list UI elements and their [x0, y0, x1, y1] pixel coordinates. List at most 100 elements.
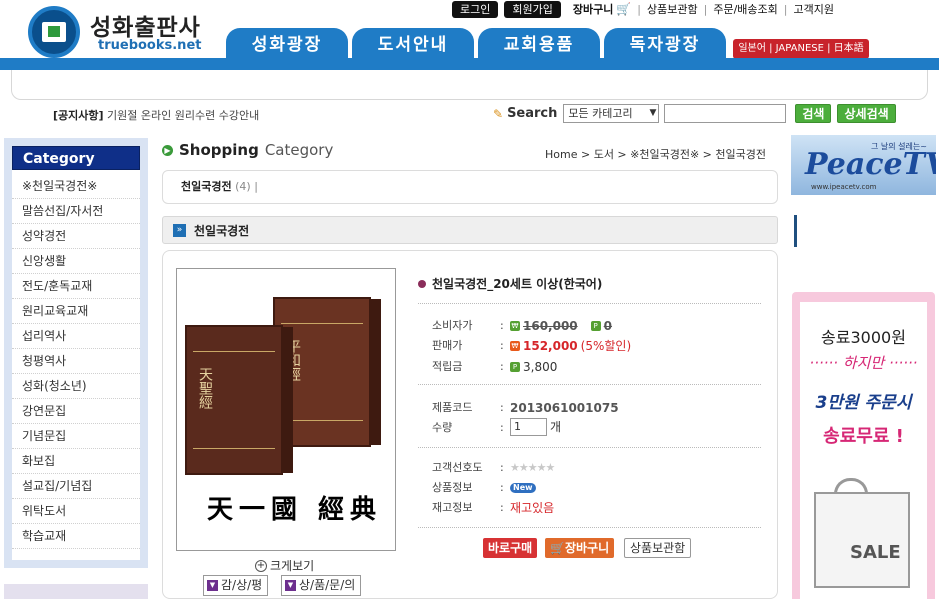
category-item[interactable]: 전도/훈독교재 [12, 274, 140, 299]
won-icon: ₩ [510, 341, 520, 351]
category-item[interactable]: 성화(청소년) [12, 374, 140, 399]
page-title: ▶ Shopping Category [162, 141, 333, 159]
wishlist-link[interactable]: 상품보관함 [647, 1, 698, 17]
consumer-point-value: 0 [603, 319, 613, 333]
cart-label: 장바구니 [572, 3, 614, 16]
category-select[interactable]: 모든 카테고리 ▼ [563, 104, 660, 123]
sub-nav-bar [11, 70, 928, 100]
nav-bar [0, 58, 939, 70]
double-arrow-icon: » [173, 223, 186, 237]
zoom-link[interactable]: + 크게보기 [255, 557, 314, 574]
category-item[interactable]: 위탁도서 [12, 499, 140, 524]
consumer-price: ₩ 160,000 P 0 [510, 318, 612, 334]
consumer-label: 소비자가 [432, 319, 473, 332]
sale-price-value: 152,000 [523, 339, 578, 353]
add-to-cart-button[interactable]: 🛒장바구니 [545, 538, 615, 558]
search-icon: ✎ [493, 106, 504, 121]
divider [418, 303, 761, 304]
category-item[interactable]: 기념문집 [12, 424, 140, 449]
buy-now-button[interactable]: 바로구매 [483, 538, 538, 558]
category-item[interactable]: 학습교재 [12, 524, 140, 549]
peacetv-banner[interactable]: 그 날의 설레는~ PeaceTV www.ipeacetv.com [791, 135, 936, 195]
search-button[interactable]: 검색 [795, 104, 832, 123]
point-row: P 3,800 [510, 359, 557, 375]
order-tracking-link[interactable]: 주문/배송조회 [713, 1, 777, 17]
category-item[interactable]: 청평역사 [12, 349, 140, 374]
tab-readers[interactable]: 독자광장 [604, 28, 726, 62]
review-button[interactable]: ▼ 감/상/평 [203, 575, 269, 596]
won-icon: ₩ [510, 321, 520, 331]
sale-label: SALE [850, 542, 901, 563]
category-item[interactable]: 원리교육교재 [12, 299, 140, 324]
divider [418, 447, 761, 448]
book-front: 天聖經 [185, 325, 293, 475]
category-item[interactable]: 성약경전 [12, 224, 140, 249]
wishlist-button[interactable]: 상품보관함 [624, 538, 692, 558]
info-row: New [510, 480, 536, 496]
detail-search-button[interactable]: 상세검색 [837, 104, 896, 123]
section-title: 천일국경전 [194, 223, 250, 238]
subcategory-link[interactable]: 천일국경전 [181, 180, 232, 193]
bullet-icon [418, 279, 426, 288]
category-list: ※천일국경전※ 말씀선집/자서전 성약경전 신앙생활 전도/훈독교재 원리교육교… [12, 170, 140, 549]
product-name-text: 천일국경전_20세트 이상(한국어) [432, 277, 603, 291]
promo-line-4: 송료무료 ! [823, 426, 904, 447]
search-input[interactable] [664, 104, 787, 123]
point-label: 적립금 [432, 360, 463, 373]
japanese-link[interactable]: 일본어 | JAPANESE | 日本語 [733, 39, 869, 59]
sale-discount: (5%할인) [580, 339, 632, 353]
shipping-promo-banner[interactable]: 송료3000원 ······ 하지만 ······ 3만원 주문시 송료무료 !… [792, 292, 935, 599]
category-item[interactable]: 섭리역사 [12, 324, 140, 349]
qna-button[interactable]: ▼ 상/품/문/의 [281, 575, 362, 596]
promo-line-1: 송료3000원 [821, 328, 906, 347]
join-button[interactable]: 회원가입 [504, 0, 561, 18]
chevron-down-icon: ▼ [285, 580, 296, 591]
stock-label: 재고정보 [432, 501, 473, 514]
product-name: 천일국경전_20세트 이상(한국어) [418, 275, 602, 292]
plus-icon: + [255, 559, 267, 572]
search-label: Search [507, 106, 558, 121]
section-bar: » 천일국경전 [162, 216, 778, 244]
logo-emblem [28, 6, 80, 58]
site-header: 성화출판사 truebooks.net 로그인 회원가입 장바구니 🛒 | 상품… [0, 0, 939, 132]
peacetv-logo: PeaceTV [805, 147, 936, 182]
rating-stars: ★★★★★ [510, 460, 555, 476]
chevron-down-icon: ▼ [649, 108, 657, 118]
cart-link[interactable]: 장바구니 🛒 [573, 1, 631, 17]
login-button[interactable]: 로그인 [452, 0, 499, 18]
divider [418, 527, 761, 528]
category-item[interactable]: ※천일국경전※ [12, 174, 140, 199]
support-link[interactable]: 고객지원 [794, 1, 834, 17]
category-item[interactable]: 설교집/기념집 [12, 474, 140, 499]
subcategory-count: (4) [235, 180, 251, 193]
breadcrumb[interactable]: Home > 도서 > ※천일국경전※ > 천일국경전 [545, 146, 766, 162]
point-value: 3,800 [523, 360, 558, 374]
arrow-right-icon: ▶ [162, 144, 173, 156]
sidebar-box-2 [4, 584, 148, 599]
peacetv-url: www.ipeacetv.com [811, 183, 877, 191]
code-label: 제품코드 [432, 401, 473, 414]
qty-label: 수량 [432, 421, 453, 434]
point-icon: P [510, 362, 520, 372]
category-item[interactable]: 말씀선집/자서전 [12, 199, 140, 224]
sale-price: ₩ 152,000 (5%할인) [510, 338, 631, 354]
site-logo[interactable]: 성화출판사 truebooks.net [28, 6, 218, 58]
category-item[interactable]: 강연문집 [12, 399, 140, 424]
category-item[interactable]: 화보집 [12, 449, 140, 474]
qty-row: 1 개 [510, 418, 561, 436]
quantity-input[interactable]: 1 [510, 418, 547, 436]
notice[interactable]: [공지사항] 기원절 온라인 원리수련 수강안내 [53, 107, 259, 123]
book-front-title: 天聖經 [197, 367, 213, 409]
tab-square[interactable]: 성화광장 [226, 28, 348, 62]
info-label: 상품정보 [432, 481, 473, 494]
divider [794, 215, 797, 247]
notice-label: [공지사항] [53, 109, 104, 122]
category-item[interactable]: 신앙생활 [12, 249, 140, 274]
product-code: 2013061001075 [510, 401, 619, 415]
product-image[interactable]: 平和經 天聖經 天一國 經典 [176, 268, 396, 551]
promo-line-3: 3만원 주문시 [815, 393, 912, 413]
tab-church-goods[interactable]: 교회용품 [478, 28, 600, 62]
stock-value: 재고있음 [510, 501, 555, 515]
top-menu: 로그인 회원가입 장바구니 🛒 | 상품보관함 | 주문/배송조회 | 고객지원 [452, 0, 834, 18]
tab-books[interactable]: 도서안내 [352, 28, 474, 62]
